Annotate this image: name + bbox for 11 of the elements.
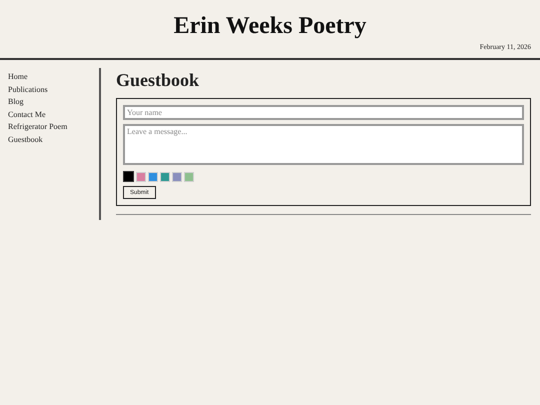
nav-link[interactable]: Publications <box>8 84 48 96</box>
nav-link[interactable]: Home <box>8 71 28 84</box>
name-field[interactable]: Your name <box>123 105 524 120</box>
nav-link[interactable]: Refrigerator Poem <box>8 121 68 134</box>
nav-link[interactable]: Guestbook <box>8 134 43 147</box>
page-heading: Guestbook <box>116 69 200 92</box>
nav-link[interactable]: Blog <box>8 96 24 109</box>
message-field[interactable]: Leave a message... <box>123 124 524 165</box>
color-swatch[interactable] <box>123 171 134 182</box>
site-title: Erin Weeks Poetry <box>172 12 368 41</box>
nav-link[interactable]: Contact Me <box>8 108 46 122</box>
